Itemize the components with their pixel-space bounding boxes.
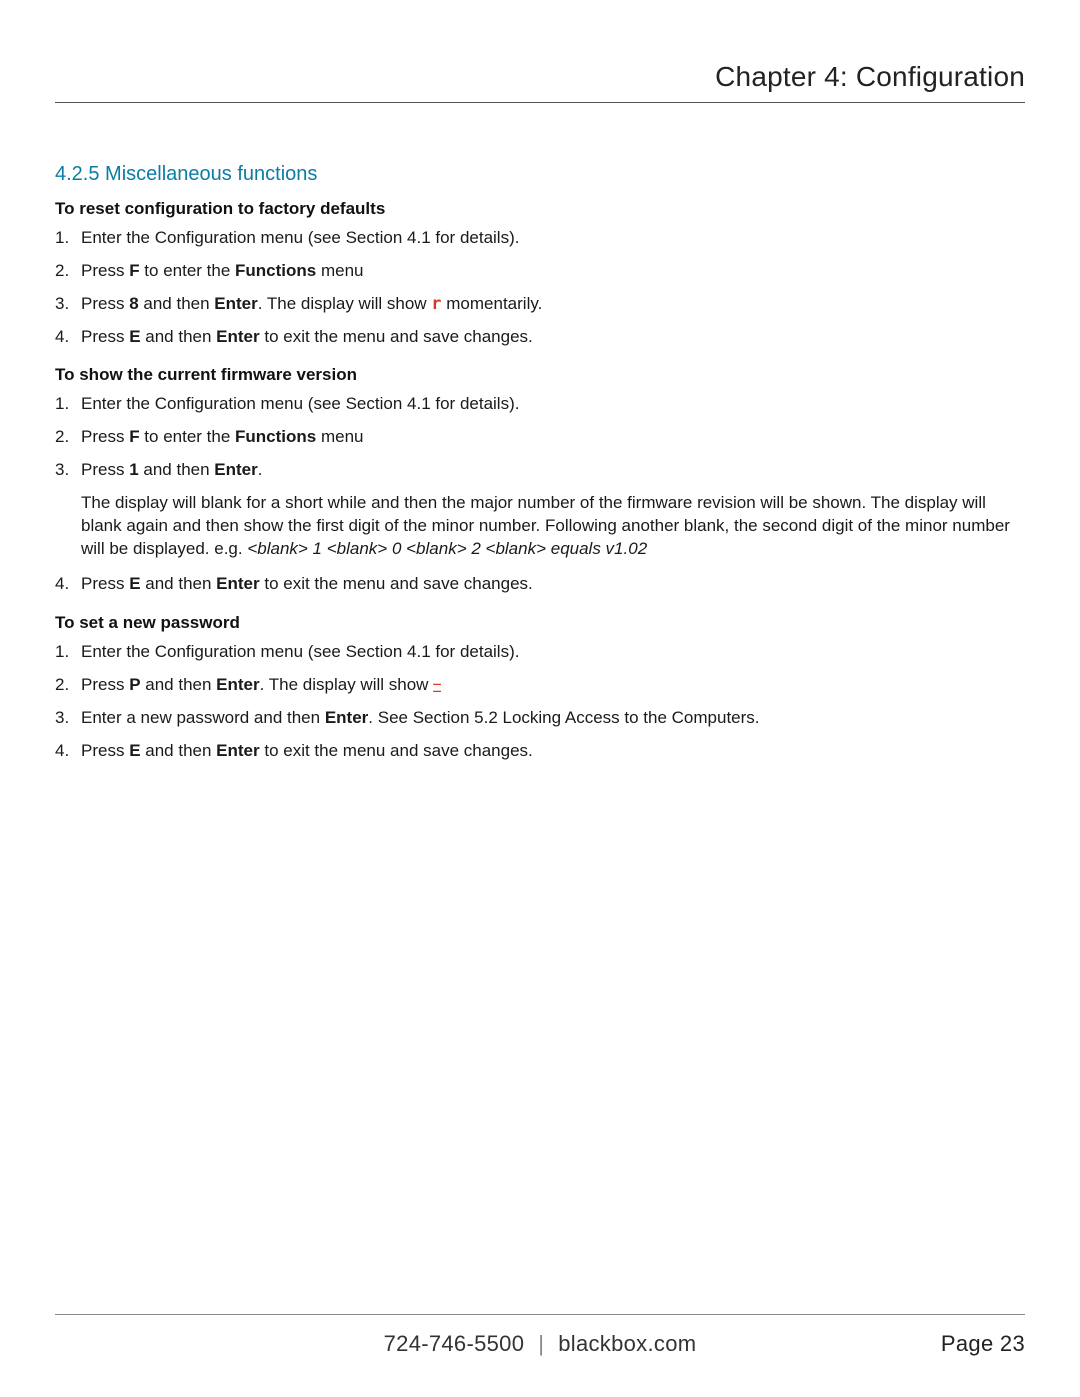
footer-separator: | xyxy=(538,1329,544,1359)
steps-reset: Enter the Configuration menu (see Sectio… xyxy=(55,227,1025,349)
step: Press E and then Enter to exit the menu … xyxy=(75,326,1025,349)
step-extra-text: The display will blank for a short while… xyxy=(81,492,1025,561)
step: Press P and then Enter. The display will… xyxy=(75,674,1025,697)
footer: 724-746-5500 | blackbox.com Page 23 xyxy=(55,1314,1025,1359)
step-text: Press F to enter the Functions menu xyxy=(81,261,364,280)
step-text: Press E and then Enter to exit the menu … xyxy=(81,574,533,593)
footer-rule xyxy=(55,1314,1025,1315)
step-text: Press 8 and then Enter. The display will… xyxy=(81,294,542,313)
steps-password: Enter the Configuration menu (see Sectio… xyxy=(55,641,1025,763)
step-text: Enter the Configuration menu (see Sectio… xyxy=(81,642,519,661)
footer-center: 724-746-5500 | blackbox.com xyxy=(384,1329,697,1359)
step-text: Press 1 and then Enter. xyxy=(81,460,262,479)
step: Press F to enter the Functions menu xyxy=(75,426,1025,449)
section-number: 4.2.5 xyxy=(55,163,99,185)
step: Press 8 and then Enter. The display will… xyxy=(75,293,1025,316)
footer-site: blackbox.com xyxy=(558,1329,696,1359)
footer-phone: 724-746-5500 xyxy=(384,1329,525,1359)
step: Press F to enter the Functions menu xyxy=(75,260,1025,283)
step: Enter the Configuration menu (see Sectio… xyxy=(75,227,1025,250)
header-rule xyxy=(55,102,1025,103)
step-text: Enter a new password and then Enter. See… xyxy=(81,708,760,727)
footer-row: 724-746-5500 | blackbox.com Page 23 xyxy=(55,1329,1025,1359)
step-text: Press F to enter the Functions menu xyxy=(81,427,364,446)
step-text: Press P and then Enter. The display will… xyxy=(81,675,441,694)
step: Press E and then Enter to exit the menu … xyxy=(75,740,1025,763)
step-text: Enter the Configuration menu (see Sectio… xyxy=(81,228,519,247)
step: Enter the Configuration menu (see Sectio… xyxy=(75,641,1025,664)
section-title: Miscellaneous functions xyxy=(105,163,317,185)
step-text: Press E and then Enter to exit the menu … xyxy=(81,327,533,346)
step-text: Enter the Configuration menu (see Sectio… xyxy=(81,394,519,413)
sub-heading-firmware: To show the current firmware version xyxy=(55,364,1025,387)
step-text: Press E and then Enter to exit the menu … xyxy=(81,741,533,760)
step: Press E and then Enter to exit the menu … xyxy=(75,573,1025,596)
section-heading: 4.2.5 Miscellaneous functions xyxy=(55,161,1025,188)
step: Enter a new password and then Enter. See… xyxy=(75,707,1025,730)
chapter-title: Chapter 4: Configuration xyxy=(55,58,1025,96)
step: Press 1 and then Enter. The display will… xyxy=(75,459,1025,561)
document-page: Chapter 4: Configuration 4.2.5 Miscellan… xyxy=(0,0,1080,1397)
step: Enter the Configuration menu (see Sectio… xyxy=(75,393,1025,416)
sub-heading-reset: To reset configuration to factory defaul… xyxy=(55,198,1025,221)
sub-heading-password: To set a new password xyxy=(55,612,1025,635)
steps-firmware: Enter the Configuration menu (see Sectio… xyxy=(55,393,1025,596)
footer-page-number: Page 23 xyxy=(941,1329,1025,1359)
